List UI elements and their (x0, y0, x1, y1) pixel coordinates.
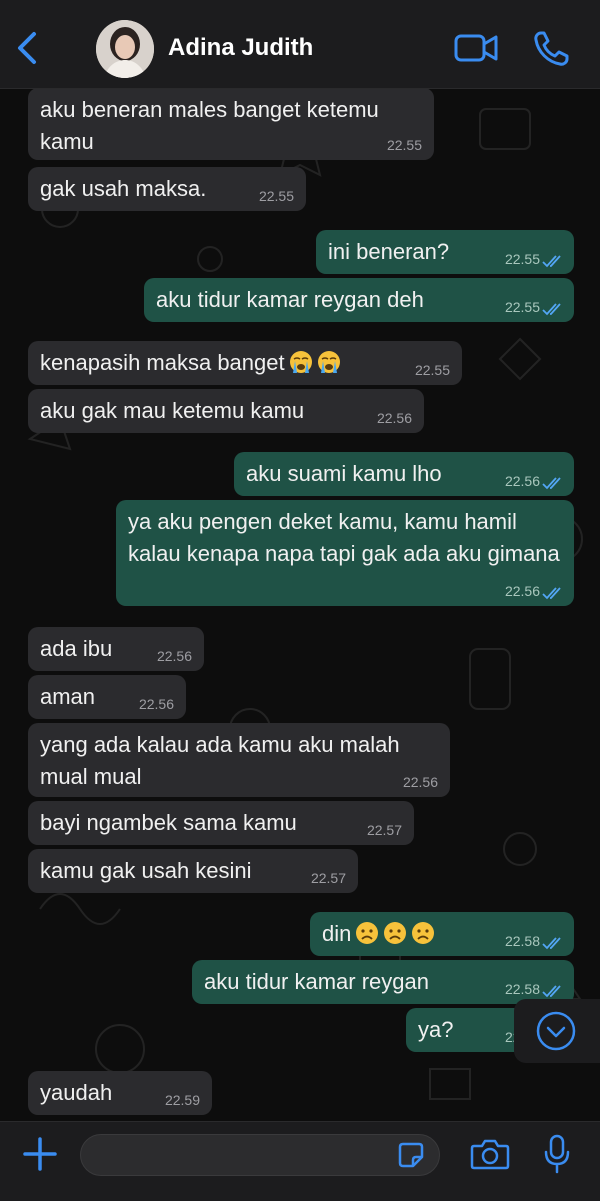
message-text: aman (40, 684, 96, 709)
message-bubble-outgoing[interactable]: din 22.58 (310, 912, 574, 956)
plus-icon[interactable] (22, 1136, 58, 1172)
message-bubble-incoming[interactable]: bayi ngambek sama kamu 22.57 (28, 801, 414, 845)
message-text: aku suami kamu lho (246, 461, 442, 486)
crying-face-emoji (289, 351, 312, 373)
message-text: ya aku pengen deket kamu, kamu hamil kal… (128, 509, 560, 566)
message-text: gak usah maksa. (40, 176, 207, 201)
message-text: aku beneran males banget ketemu kamu (40, 97, 379, 154)
message-text: bayi ngambek sama kamu (40, 810, 297, 835)
message-bubble-incoming[interactable]: aman 22.56 (28, 675, 186, 719)
message-time: 22.59 (164, 1092, 200, 1108)
frowning-face-emoji (356, 922, 379, 944)
message-time: 22.56 (504, 473, 540, 489)
message-time: 22.57 (366, 822, 402, 838)
message-time: 22.58 (504, 981, 540, 997)
message-time: 22.57 (310, 870, 346, 886)
camera-icon[interactable] (470, 1136, 510, 1172)
scroll-down-icon (536, 1011, 576, 1051)
message-text: ya? (418, 1017, 454, 1042)
microphone-icon[interactable] (542, 1134, 572, 1174)
message-time: 22.55 (386, 137, 422, 153)
message-bubble-outgoing[interactable]: aku suami kamu lho 22.56 (234, 452, 574, 496)
message-text: yaudah (40, 1080, 113, 1105)
double-check-icon (542, 303, 561, 316)
message-time: 22.55 (504, 299, 540, 315)
message-bubble-incoming[interactable]: yaudah 22.59 (28, 1071, 212, 1115)
message-text: aku tidur kamar reygan deh (156, 287, 424, 312)
message-bubble-incoming[interactable]: ada ibu 22.56 (28, 627, 204, 671)
message-text: yang ada kalau ada kamu aku malah mual m… (40, 732, 400, 789)
message-bubble-incoming[interactable]: aku gak mau ketemu kamu 22.56 (28, 389, 424, 433)
double-check-icon (542, 937, 561, 950)
message-bubble-outgoing[interactable]: aku tidur kamar reygan 22.58 (192, 960, 574, 1004)
message-time: 22.55 (414, 362, 450, 378)
message-bubble-incoming[interactable]: kenapasih maksa banget 22.55 (28, 341, 462, 385)
message-time: 22.55 (504, 251, 540, 267)
message-time: 22.58 (504, 933, 540, 949)
double-check-icon (542, 985, 561, 998)
message-bubble-incoming[interactable]: kamu gak usah kesini 22.57 (28, 849, 358, 893)
video-call-icon[interactable] (454, 30, 498, 66)
frowning-face-emoji (384, 922, 407, 944)
message-time: 22.56 (504, 583, 540, 599)
avatar[interactable] (96, 20, 154, 78)
frowning-face-emoji (412, 922, 435, 944)
message-input[interactable] (80, 1134, 440, 1176)
message-bubble-incoming[interactable]: aku beneran males banget ketemu kamu 22.… (28, 89, 434, 160)
message-bubble-incoming[interactable]: gak usah maksa. 22.55 (28, 167, 306, 211)
double-check-icon (542, 477, 561, 490)
composer-bar (0, 1121, 600, 1201)
message-bubble-outgoing[interactable]: ini beneran? 22.55 (316, 230, 574, 274)
message-time: 22.55 (258, 188, 294, 204)
double-check-icon (542, 587, 561, 600)
message-text: din (322, 921, 352, 946)
message-time: 22.56 (402, 774, 438, 790)
message-bubble-outgoing[interactable]: aku tidur kamar reygan deh 22.55 (144, 278, 574, 322)
scroll-to-bottom-button[interactable] (514, 999, 600, 1063)
back-chevron-icon[interactable] (10, 28, 50, 68)
sticker-icon[interactable] (398, 1142, 424, 1168)
crying-face-emoji (317, 351, 340, 373)
message-text: aku gak mau ketemu kamu (40, 398, 305, 423)
contact-name[interactable]: Adina Judith (168, 34, 313, 62)
message-text: aku tidur kamar reygan (204, 969, 429, 994)
message-text: ada ibu (40, 636, 113, 661)
message-text: ini beneran? (328, 239, 450, 264)
message-bubble-incoming[interactable]: yang ada kalau ada kamu aku malah mual m… (28, 723, 450, 797)
double-check-icon (542, 255, 561, 268)
message-time: 22.56 (138, 696, 174, 712)
message-bubble-outgoing[interactable]: ya aku pengen deket kamu, kamu hamil kal… (116, 500, 574, 606)
phone-call-icon[interactable] (532, 30, 570, 68)
chat-header: Adina Judith (0, 0, 600, 89)
message-time: 22.56 (376, 410, 412, 426)
message-text: kamu gak usah kesini (40, 858, 252, 883)
message-text: kenapasih maksa banget (40, 350, 285, 375)
message-time: 22.56 (156, 648, 192, 664)
chat-area[interactable]: aku beneran males banget ketemu kamu 22.… (0, 89, 600, 1121)
